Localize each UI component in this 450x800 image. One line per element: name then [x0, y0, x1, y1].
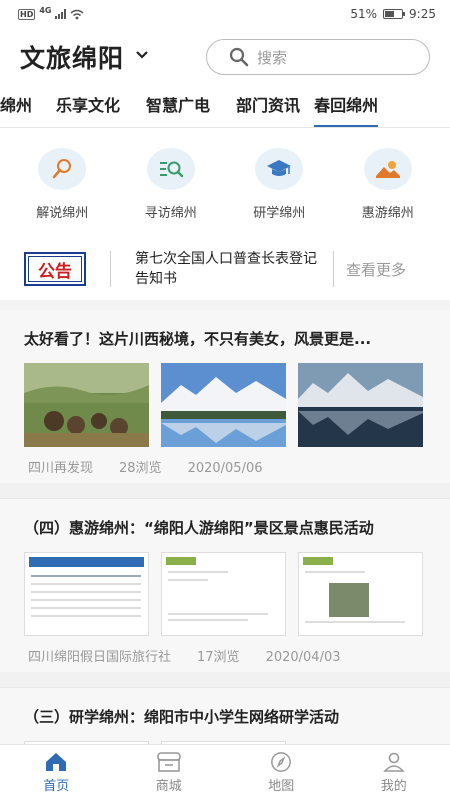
tab-mianzhou[interactable]: 绵州 [0, 86, 32, 127]
quick-link-label: 解说绵州 [36, 206, 89, 221]
home-icon [46, 753, 67, 771]
landscape-icon [375, 161, 400, 178]
article-date: 2020/04/03 [265, 650, 341, 665]
status-bar: HD 4G 51% 9:25 [0, 0, 450, 28]
article-title[interactable]: （四）惠游绵州：“绵阳人游绵阳”景区景点惠民活动 [24, 517, 426, 538]
article-image[interactable] [298, 552, 423, 636]
app-screen: HD 4G 51% 9:25 文旅绵阳 搜索 绵州 乐享文化 智慧广电 部门资讯… [0, 0, 450, 800]
compass-icon [271, 752, 292, 772]
article-source: 四川再发现 [28, 461, 94, 476]
notice-text[interactable]: 第七次全国人口普查长表登记告知书 [135, 249, 321, 289]
bottom-nav: 首页 商城 地图 我的 [0, 744, 450, 800]
wifi-icon [71, 9, 84, 19]
tab-broadcast[interactable]: 智慧广电 [146, 86, 210, 127]
divider [333, 251, 334, 287]
tab-spring-mianzhou[interactable]: 春回绵州 [314, 86, 379, 127]
article-image[interactable] [24, 552, 149, 636]
quick-link-visit[interactable]: 寻访绵州 [126, 148, 216, 238]
divider [0, 483, 450, 499]
search-list-icon [159, 161, 183, 178]
quick-link-travel[interactable]: 惠游绵州 [343, 148, 433, 238]
notice-bar[interactable]: 公告 第七次全国人口普查长表登记告知书 查看更多 [0, 238, 450, 300]
nav-label: 地图 [268, 779, 295, 794]
quick-link-label: 寻访绵州 [144, 206, 197, 221]
microphone-icon [53, 159, 72, 179]
quick-link-label: 惠游绵州 [361, 206, 414, 221]
notice-badge: 公告 [24, 252, 86, 286]
divider [0, 672, 450, 688]
article-image[interactable] [298, 363, 423, 447]
section-gap [0, 300, 450, 310]
nav-store[interactable]: 商城 [113, 745, 226, 800]
article-image[interactable] [161, 363, 286, 447]
battery-percent: 51% [350, 7, 378, 21]
article-views: 17浏览 [197, 650, 240, 665]
divider [110, 251, 111, 287]
app-title[interactable]: 文旅绵阳 [20, 39, 124, 75]
article-views: 28浏览 [119, 461, 162, 476]
category-tabs: 绵州 乐享文化 智慧广电 部门资讯 春回绵州 [0, 86, 450, 128]
article-card[interactable]: （四）惠游绵州：“绵阳人游绵阳”景区景点惠民活动 四川绵阳假日国际旅行社 17浏… [0, 499, 450, 672]
article-image[interactable] [24, 363, 149, 447]
quick-links: 解说绵州 寻访绵州 研学绵州 惠游绵州 [0, 128, 450, 238]
quick-link-label: 研学绵州 [253, 206, 306, 221]
search-placeholder: 搜索 [257, 48, 288, 67]
tab-department-news[interactable]: 部门资讯 [236, 86, 300, 127]
store-icon [156, 752, 181, 772]
tab-culture[interactable]: 乐享文化 [56, 86, 120, 127]
view-more-link[interactable]: 查看更多 [346, 259, 406, 280]
nav-label: 商城 [155, 779, 182, 794]
nav-profile[interactable]: 我的 [338, 745, 450, 800]
nav-map[interactable]: 地图 [225, 745, 338, 800]
chevron-down-icon[interactable] [136, 49, 148, 61]
article-title[interactable]: （三）研学绵州：绵阳市中小学生网络研学活动 [24, 706, 426, 727]
nav-home[interactable]: 首页 [0, 745, 113, 800]
article-card[interactable]: 太好看了！这片川西秘境，不只有美女，风景更是... 四川再发现 28浏览 202… [0, 310, 450, 483]
quick-link-narrate[interactable]: 解说绵州 [17, 148, 107, 238]
clock: 9:25 [409, 7, 436, 21]
app-header: 文旅绵阳 搜索 [0, 28, 450, 86]
network-type: HD [18, 8, 36, 20]
nav-label: 我的 [380, 779, 407, 794]
article-image[interactable] [161, 552, 286, 636]
graduation-cap-icon [267, 160, 292, 176]
nav-label: 首页 [43, 779, 70, 794]
signal-type: 4G [39, 5, 52, 15]
search-icon [229, 47, 249, 67]
signal-icon [55, 9, 67, 19]
article-source: 四川绵阳假日国际旅行社 [28, 650, 172, 665]
battery-icon [383, 9, 406, 19]
article-date: 2020/05/06 [187, 461, 263, 476]
quick-link-study[interactable]: 研学绵州 [234, 148, 324, 238]
article-title[interactable]: 太好看了！这片川西秘境，不只有美女，风景更是... [24, 328, 426, 349]
search-input[interactable]: 搜索 [206, 39, 430, 75]
user-icon [382, 752, 405, 772]
